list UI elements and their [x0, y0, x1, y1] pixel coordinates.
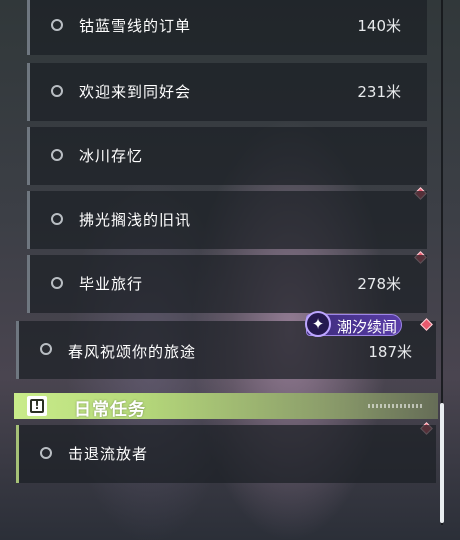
quest-item[interactable]: 欢迎来到同好会 231米	[27, 63, 427, 121]
daily-quest-item[interactable]: 击退流放者	[16, 425, 436, 483]
quest-accent-bar	[27, 255, 30, 313]
radio-circle-icon[interactable]	[51, 277, 63, 289]
quest-accent-bar	[27, 0, 30, 55]
radio-circle-icon[interactable]	[51, 85, 63, 97]
quest-distance: 231米	[357, 83, 401, 101]
quest-title: 钴蓝雪线的订单	[79, 17, 192, 35]
quest-accent-bar	[27, 191, 30, 249]
quest-distance: 278米	[357, 275, 401, 293]
quest-item[interactable]: 毕业旅行 278米	[27, 255, 427, 313]
radio-circle-icon[interactable]	[51, 19, 63, 31]
radio-circle-icon[interactable]	[40, 447, 52, 459]
quest-title: 毕业旅行	[79, 275, 144, 293]
exclamation-square-icon: !	[30, 399, 44, 413]
quest-title: 欢迎来到同好会	[79, 83, 192, 101]
quest-item[interactable]: 钴蓝雪线的订单 140米	[27, 0, 427, 55]
spark-icon: ✦	[305, 311, 331, 337]
daily-section-header[interactable]: ! 日常任务	[14, 393, 438, 420]
quest-accent-bar	[16, 321, 19, 379]
radio-circle-icon[interactable]	[40, 343, 52, 355]
event-tag-label: 潮汐续闻	[337, 318, 398, 336]
quest-title: 冰川存忆	[79, 147, 144, 165]
event-tag: ✦ 潮汐续闻	[305, 311, 402, 337]
radio-circle-icon[interactable]	[51, 149, 63, 161]
section-icon-box: !	[27, 396, 47, 416]
quest-accent-bar	[27, 63, 30, 121]
quest-accent-bar	[16, 425, 19, 483]
quest-title: 春风祝颂你的旅途	[68, 343, 197, 361]
quest-distance: 187米	[368, 343, 412, 361]
scrollbar-thumb[interactable]	[440, 403, 444, 523]
quest-title: 拂光搁浅的旧讯	[79, 211, 192, 229]
quest-item[interactable]: 冰川存忆	[27, 127, 427, 185]
quest-distance: 140米	[357, 17, 401, 35]
section-decoration	[368, 404, 424, 408]
radio-circle-icon[interactable]	[51, 213, 63, 225]
quest-item[interactable]: 拂光搁浅的旧讯	[27, 191, 427, 249]
quest-title: 击退流放者	[68, 445, 149, 463]
quest-accent-bar	[27, 127, 30, 185]
section-title: 日常任务	[74, 400, 146, 420]
